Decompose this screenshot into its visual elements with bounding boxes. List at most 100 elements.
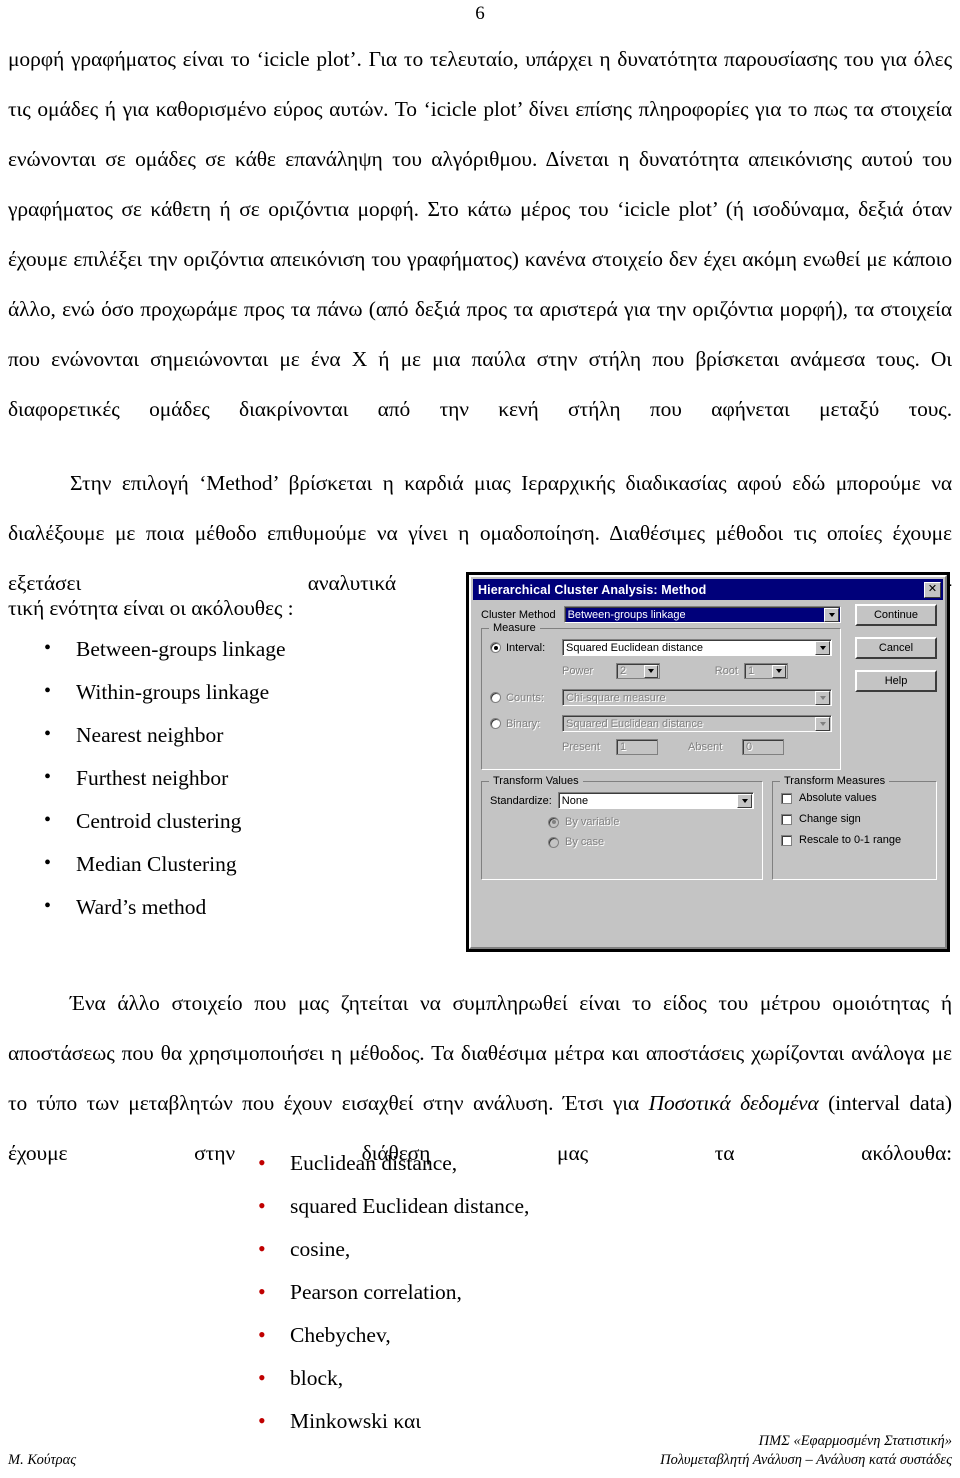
list-item: Euclidean distance, [252, 1141, 672, 1185]
paragraph-text: τική ενότητα είναι οι ακόλουθες : [8, 596, 294, 620]
measure-group-legend: Measure [489, 622, 540, 634]
list-item-label: Euclidean distance, [290, 1151, 458, 1175]
by-case-label: By case [565, 836, 605, 848]
dialog-body: Continue Cancel Help Cluster Method Betw… [473, 600, 943, 945]
power-spinner: 2 [616, 663, 660, 679]
list-item-label: Centroid clustering [76, 809, 242, 833]
list-item: squared Euclidean distance, [252, 1184, 672, 1228]
list-item-label: Ward’s method [76, 895, 207, 919]
chevron-down-icon [815, 690, 830, 705]
spss-dialog-screenshot: Hierarchical Cluster Analysis: Method ✕ … [466, 572, 950, 952]
chevron-down-icon[interactable] [815, 640, 830, 655]
document-page: 6 μορφή γραφήματος είναι το ‘icicle plot… [0, 0, 960, 1478]
change-sign-row[interactable]: Change sign [781, 813, 928, 825]
paragraph-icicle-plot: μορφή γραφήματος είναι το ‘icicle plot’.… [8, 34, 952, 434]
paragraph-method-intro-tail: τική ενότητα είναι οι ακόλουθες : [8, 583, 438, 633]
list-item: Furthest neighbor [38, 756, 438, 800]
chevron-down-icon [815, 716, 830, 731]
continue-button[interactable]: Continue [855, 604, 937, 626]
dialog-title: Hierarchical Cluster Analysis: Method [478, 582, 707, 597]
interval-measure-value: Squared Euclidean distance [566, 641, 703, 654]
page-footer: Μ. Κούτρας ΠΜΣ «Εφαρμοσμένη Στατιστική» … [8, 1432, 952, 1470]
footer-program: ΠΜΣ «Εφαρμοσμένη Στατιστική» [758, 1433, 952, 1449]
absent-label: Absent [688, 741, 723, 753]
measure-group: Measure Interval: Squared Euclidean dist… [481, 622, 841, 770]
measures-bullet-list: Euclidean distance, squared Euclidean di… [252, 1141, 672, 1443]
list-item: Within-groups linkage [38, 670, 438, 714]
list-item: Centroid clustering [38, 799, 438, 843]
change-sign-checkbox[interactable] [781, 813, 792, 825]
cancel-button[interactable]: Cancel [855, 637, 937, 659]
hierarchical-cluster-analysis-method-dialog: Hierarchical Cluster Analysis: Method ✕ … [469, 575, 947, 949]
interval-row: Interval: Squared Euclidean distance [490, 639, 832, 656]
list-item-label: Nearest neighbor [76, 723, 224, 747]
dialog-titlebar: Hierarchical Cluster Analysis: Method ✕ [473, 579, 943, 600]
page-number: 6 [475, 3, 485, 24]
interval-label: Interval: [506, 641, 546, 654]
binary-measure-value: Squared Euclidean distance [566, 717, 703, 730]
paragraph-text-emphasis: Ποσοτικά δεδομένα [648, 1091, 819, 1115]
list-item-label: block, [290, 1366, 344, 1390]
interval-radio-label[interactable]: Interval: [490, 642, 556, 654]
interval-measure-combobox[interactable]: Squared Euclidean distance [562, 639, 832, 656]
paragraph-text: μορφή γραφήματος είναι το ‘icicle plot’.… [8, 47, 952, 421]
absolute-values-row[interactable]: Absolute values [781, 792, 928, 804]
counts-measure-combobox: Chi-square measure [562, 689, 832, 706]
standardize-combobox[interactable]: None [557, 792, 754, 809]
counts-radio-button[interactable] [490, 692, 501, 703]
list-item-label: Within-groups linkage [76, 680, 270, 704]
by-variable-radio-button [548, 816, 559, 828]
list-item-label: Minkowski και [290, 1409, 422, 1433]
cluster-method-combobox[interactable]: Between-groups linkage [563, 606, 841, 623]
power-root-row: Power 2 Root 1 [562, 663, 832, 679]
rescale-row[interactable]: Rescale to 0-1 range [781, 834, 928, 846]
cluster-method-value: Between-groups linkage [567, 608, 686, 621]
transform-measures-group: Transform Measures Absolute values Chang… [772, 775, 937, 880]
chevron-down-icon [644, 664, 658, 678]
by-variable-row: By variable [548, 816, 754, 828]
chevron-down-icon[interactable] [824, 607, 839, 622]
by-case-radio-button [548, 836, 559, 848]
counts-label: Counts: [506, 691, 544, 704]
by-case-row: By case [548, 836, 754, 848]
transform-measures-legend: Transform Measures [780, 775, 890, 787]
footer-author: Μ. Κούτρας [8, 1452, 77, 1468]
footer-course: Πολυμεταβλητή Ανάλυση – Ανάλυση κατά συσ… [660, 1452, 952, 1468]
standardize-label: Standardize: [490, 794, 552, 807]
present-input: 1 [616, 739, 658, 755]
binary-radio-button[interactable] [490, 718, 501, 729]
chevron-down-icon[interactable] [737, 793, 752, 808]
binary-label: Binary: [506, 717, 541, 730]
rescale-checkbox[interactable] [781, 834, 792, 846]
standardize-value: None [561, 794, 589, 807]
list-item: Pearson correlation, [252, 1270, 672, 1314]
binary-measure-combobox: Squared Euclidean distance [562, 715, 832, 732]
chevron-down-icon [772, 664, 786, 678]
absolute-values-checkbox[interactable] [781, 792, 792, 804]
list-item: cosine, [252, 1227, 672, 1271]
power-value: 2 [620, 665, 627, 677]
help-button[interactable]: Help [855, 670, 937, 692]
bottom-group-row: Transform Values Standardize: None By va… [481, 775, 937, 880]
list-item-label: Pearson correlation, [290, 1280, 462, 1304]
absent-input: 0 [742, 739, 784, 755]
close-icon[interactable]: ✕ [924, 581, 941, 598]
standardize-row: Standardize: None [490, 792, 754, 809]
cluster-method-label: Cluster Method [481, 608, 556, 621]
present-label: Present [562, 741, 600, 753]
dialog-button-column: Continue Cancel Help [855, 604, 937, 692]
counts-row: Counts: Chi-square measure [490, 689, 832, 706]
present-absent-row: Present 1 Absent 0 [562, 739, 832, 755]
rescale-label: Rescale to 0-1 range [799, 834, 902, 846]
binary-radio-label[interactable]: Binary: [490, 718, 556, 730]
counts-radio-label[interactable]: Counts: [490, 692, 556, 704]
list-item-label: Furthest neighbor [76, 766, 229, 790]
list-item: Ward’s method [38, 885, 438, 929]
interval-radio-button[interactable] [490, 642, 501, 653]
change-sign-label: Change sign [799, 813, 861, 825]
list-item: Median Clustering [38, 842, 438, 886]
counts-measure-value: Chi-square measure [566, 691, 666, 704]
list-item: Chebychev, [252, 1313, 672, 1357]
transform-values-legend: Transform Values [489, 775, 583, 787]
power-label: Power [562, 665, 594, 677]
